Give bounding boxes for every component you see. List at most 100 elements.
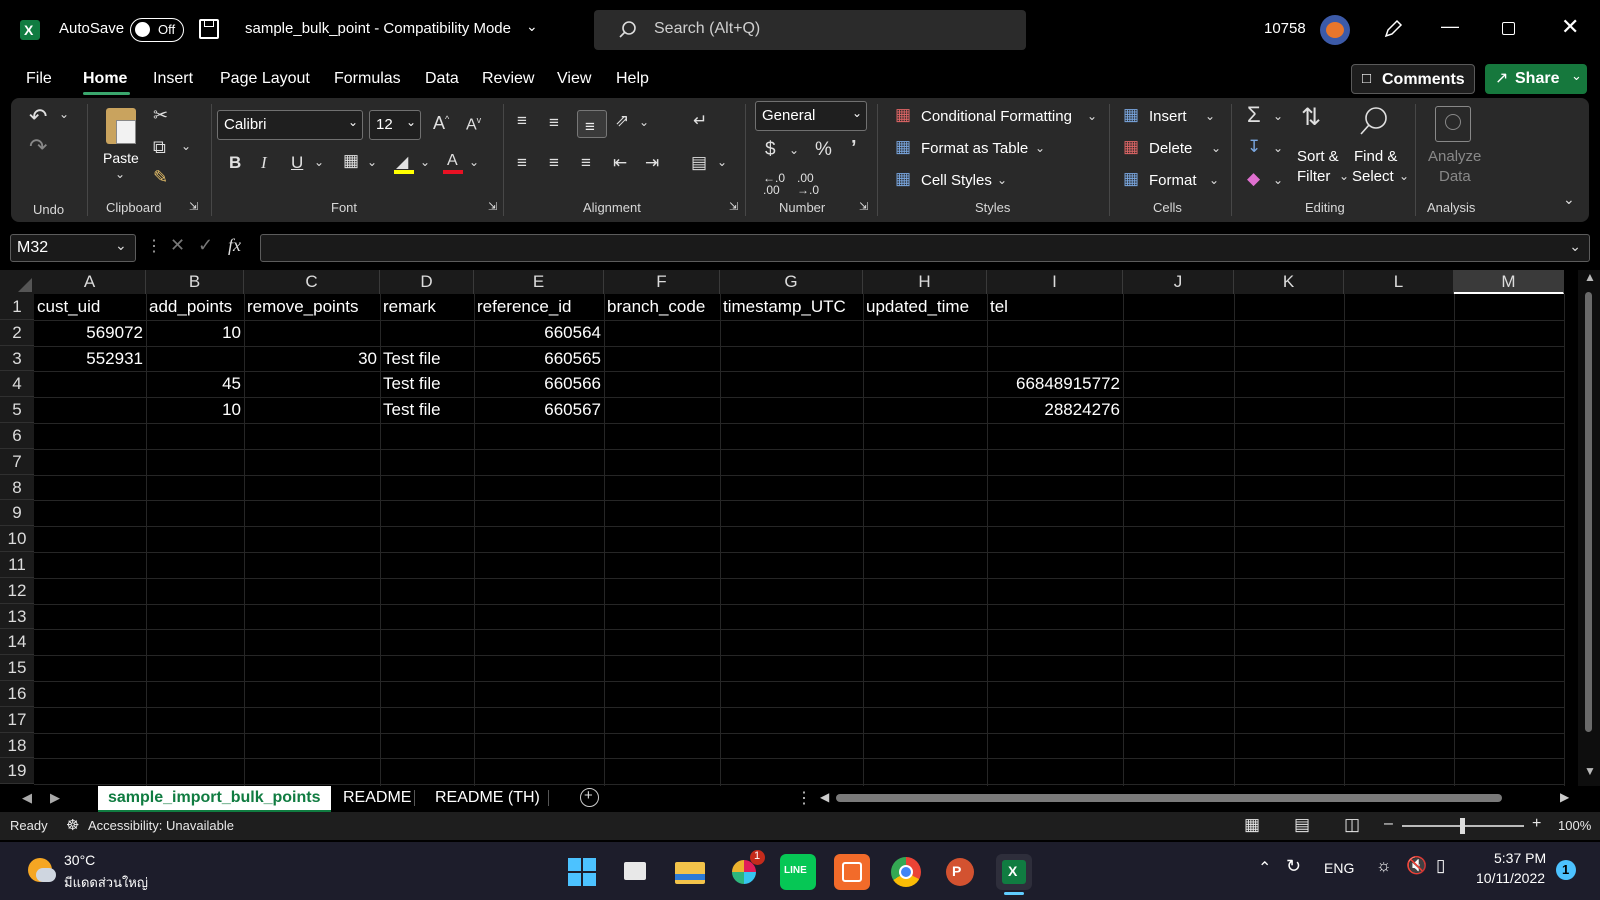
analyze-data-label-2[interactable]: Data xyxy=(1439,168,1471,185)
cell-h4[interactable] xyxy=(863,371,987,396)
cell-d4[interactable]: Test file xyxy=(380,371,474,396)
row-header-18[interactable]: 18 xyxy=(0,732,34,759)
menu-view[interactable]: View xyxy=(557,70,591,88)
sync-icon[interactable]: ↻ xyxy=(1286,856,1301,877)
select-all-corner[interactable] xyxy=(0,270,34,294)
chevron-down-icon[interactable]: ⌄ xyxy=(1209,174,1219,186)
merge-center-icon[interactable]: ▤ xyxy=(691,154,707,171)
weather-description[interactable]: มีแดดส่วนใหญ่ xyxy=(64,872,148,893)
decrease-decimal-icon[interactable]: .00 →.0 xyxy=(797,172,819,196)
align-center-icon[interactable]: ≡ xyxy=(549,154,559,171)
clock-date[interactable]: 10/11/2022 xyxy=(1476,870,1545,886)
cell-k1[interactable] xyxy=(1234,294,1344,319)
paste-icon[interactable] xyxy=(106,108,136,144)
accessibility-icon[interactable]: ☸ xyxy=(66,816,79,834)
delete-cells-icon[interactable]: ▦ xyxy=(1123,138,1139,155)
zoom-in-icon[interactable]: + xyxy=(1532,815,1541,833)
copy-icon[interactable]: ⧉ xyxy=(153,138,166,156)
column-header-i[interactable]: I xyxy=(987,270,1123,294)
conditional-formatting-button[interactable]: Conditional Formatting xyxy=(921,108,1072,125)
cell-i2[interactable] xyxy=(987,320,1123,345)
language-indicator[interactable]: ENG xyxy=(1324,860,1354,876)
decrease-indent-icon[interactable]: ⇤ xyxy=(613,154,627,171)
row-header-9[interactable]: 9 xyxy=(0,500,34,527)
scroll-up-icon[interactable]: ▲ xyxy=(1584,270,1596,284)
cell-g4[interactable] xyxy=(720,371,863,396)
fill-color-icon[interactable]: ◢ xyxy=(394,152,414,174)
align-middle-icon[interactable]: ≡ xyxy=(549,114,559,131)
collapse-ribbon-icon[interactable]: ⌄ xyxy=(1563,192,1575,206)
powerpoint-icon[interactable]: P xyxy=(942,854,978,890)
cell-m3[interactable] xyxy=(1454,346,1564,371)
clear-icon[interactable]: ◆ xyxy=(1247,170,1260,187)
column-header-g[interactable]: G xyxy=(720,270,863,294)
cancel-icon[interactable]: ✕ xyxy=(170,235,185,256)
notification-badge[interactable]: 1 xyxy=(1556,860,1576,880)
redo-icon[interactable]: ↷ xyxy=(29,136,47,158)
dialog-launcher-icon[interactable]: ⇲ xyxy=(859,202,868,213)
cell-l3[interactable] xyxy=(1344,346,1454,371)
temperature[interactable]: 30°C xyxy=(64,852,95,868)
row-header-13[interactable]: 13 xyxy=(0,603,34,630)
analyze-data-label-1[interactable]: Analyze xyxy=(1428,148,1481,165)
chevron-down-icon[interactable]: ⌄ xyxy=(181,140,191,152)
chrome-icon[interactable] xyxy=(888,854,924,890)
cell-a1[interactable]: cust_uid xyxy=(34,294,146,319)
format-painter-icon[interactable]: ✎ xyxy=(153,168,168,186)
cell-e2[interactable]: 660564 xyxy=(474,320,604,345)
chevron-down-icon[interactable]: ⌄ xyxy=(717,156,727,168)
menu-page-layout[interactable]: Page Layout xyxy=(220,70,310,88)
chevron-down-icon[interactable]: ⌄ xyxy=(115,168,125,180)
chevron-down-icon[interactable]: ⌄ xyxy=(997,174,1007,186)
chevron-down-icon[interactable]: ⌄ xyxy=(367,156,377,168)
vertical-scrollbar[interactable]: ▲ ▼ xyxy=(1578,270,1600,786)
dialog-launcher-icon[interactable]: ⇲ xyxy=(189,202,198,213)
more-icon[interactable]: ⋮ xyxy=(796,788,812,808)
row-header-6[interactable]: 6 xyxy=(0,423,34,449)
cell-c4[interactable] xyxy=(244,371,380,396)
close-icon[interactable]: ✕ xyxy=(1561,14,1579,40)
wrap-text-icon[interactable]: ↵ xyxy=(693,112,707,129)
column-header-h[interactable]: H xyxy=(863,270,987,294)
font-color-icon[interactable]: A xyxy=(443,152,463,174)
comma-style-icon[interactable]: ’ xyxy=(851,138,857,158)
cell-c1[interactable]: remove_points xyxy=(244,294,380,319)
dialog-launcher-icon[interactable]: ⇲ xyxy=(488,202,497,213)
cell-i1[interactable]: tel xyxy=(987,294,1123,319)
sheet-tab-readme-th[interactable]: README (TH) xyxy=(425,786,550,812)
name-box[interactable]: M32 ⌄ xyxy=(10,234,136,262)
row-header-19[interactable]: 19 xyxy=(0,758,34,785)
number-format-select[interactable]: General ⌄ xyxy=(755,101,867,131)
cell-b5[interactable]: 10 xyxy=(146,397,244,422)
restore-icon[interactable] xyxy=(1502,22,1515,35)
increase-indent-icon[interactable]: ⇥ xyxy=(645,154,659,171)
cell-h5[interactable] xyxy=(863,397,987,422)
wifi-icon[interactable]: ☼ xyxy=(1376,856,1392,876)
menu-data[interactable]: Data xyxy=(425,70,459,88)
share-button[interactable]: ↗ Share ⌄ xyxy=(1485,64,1587,94)
column-header-b[interactable]: B xyxy=(146,270,244,294)
align-bottom-button[interactable]: ≡ xyxy=(577,110,607,138)
increase-decimal-icon[interactable]: ←.0.00 xyxy=(763,172,785,196)
bold-icon[interactable]: B xyxy=(229,154,241,171)
comments-button[interactable]: □ Comments xyxy=(1351,64,1475,94)
prev-sheet-icon[interactable]: ◀ xyxy=(22,790,32,806)
column-header-m[interactable]: M xyxy=(1454,270,1564,294)
menu-insert[interactable]: Insert xyxy=(153,70,193,88)
row-header-16[interactable]: 16 xyxy=(0,681,34,707)
volume-muted-icon[interactable]: 🔇 xyxy=(1406,856,1427,876)
chevron-down-icon[interactable]: ⌄ xyxy=(639,116,649,128)
enter-icon[interactable]: ✓ xyxy=(198,235,213,256)
chevron-up-icon[interactable]: ⌃ xyxy=(1258,858,1271,878)
cell-l4[interactable] xyxy=(1344,371,1454,396)
cell-c2[interactable] xyxy=(244,320,380,345)
find-select-label-1[interactable]: Find & xyxy=(1354,148,1397,165)
font-size-select[interactable]: 12 ⌄ xyxy=(369,110,421,140)
clock-time[interactable]: 5:37 PM xyxy=(1494,850,1546,866)
chevron-down-icon[interactable]: ⌄ xyxy=(420,156,430,168)
sort-filter-label-2[interactable]: Filter xyxy=(1297,168,1330,185)
formula-input[interactable]: ⌄ xyxy=(260,234,1590,262)
chevron-down-icon[interactable]: ⌄ xyxy=(1087,110,1097,122)
chevron-down-icon[interactable]: ⌄ xyxy=(1273,142,1283,154)
cell-k4[interactable] xyxy=(1234,371,1344,396)
